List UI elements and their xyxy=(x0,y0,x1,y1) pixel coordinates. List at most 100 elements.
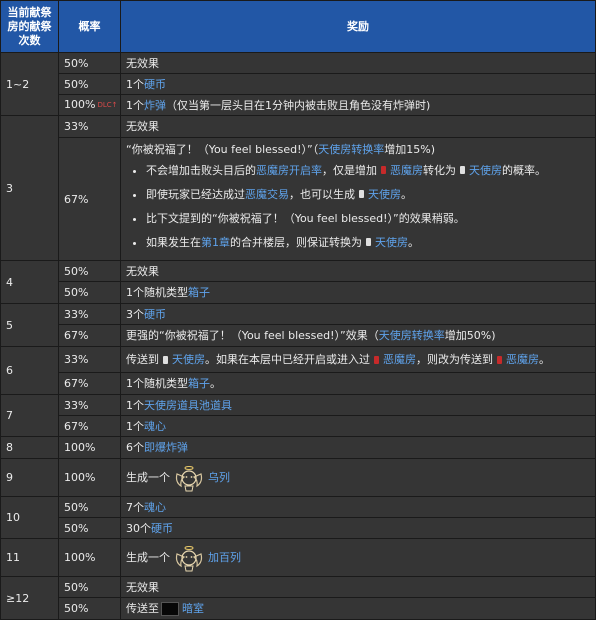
note-text: 比下文提到的“你被祝福了！（You feel blessed!）”的效果稍弱。 xyxy=(146,211,465,225)
table-row: 10 50% 7个魂心 xyxy=(0,496,596,539)
times-cell: 5 xyxy=(0,303,59,347)
table-row: 67% 更强的“你被祝福了！（You feel blessed!）”效果（天使房… xyxy=(1,324,596,347)
table-row: 5 33% 3个硬币 xyxy=(0,303,596,347)
troll-bomb-link[interactable]: 即爆炸弹 xyxy=(144,441,188,454)
reward-cell: 1个硬币 xyxy=(120,73,596,95)
table-row: 67% “你被祝福了！（You feel blessed!）”（天使房转换率增加… xyxy=(1,137,596,261)
blessing-line: “你被祝福了！（You feel blessed!）”（天使房转换率增加15%) xyxy=(126,142,590,157)
reward-cell: 6个即爆炸弹 xyxy=(120,436,596,459)
table-row: 3 33% 无效果 xyxy=(0,115,596,261)
bomb-link[interactable]: 炸弹 xyxy=(144,99,166,112)
uriel-link[interactable]: 乌列 xyxy=(208,471,230,484)
devil-room-link[interactable]: 恶魔房 xyxy=(383,353,416,366)
soul-heart-link[interactable]: 魂心 xyxy=(144,420,166,433)
coin-link[interactable]: 硬币 xyxy=(151,522,173,535)
list-item: 比下文提到的“你被祝福了！（You feel blessed!）”的效果稍弱。 xyxy=(146,207,590,231)
reward-note: （仅当第一层头目在1分钟内被击败且角色没有炸弹时) xyxy=(166,98,431,112)
reward-cell: 3个硬币 xyxy=(120,303,596,325)
chest-link[interactable]: 箱子 xyxy=(188,377,210,390)
reward-cell: 1个天使房道具池道具 xyxy=(120,394,596,416)
reward-text: 增加50%) xyxy=(444,329,496,342)
angel-room-rate-link[interactable]: 天使房转换率 xyxy=(318,143,384,156)
reward-text: 。 xyxy=(210,377,221,390)
reward-text: 6个 xyxy=(126,441,144,454)
times-cell: 10 xyxy=(0,496,59,539)
reward-text: “你被祝福了！（You feel blessed!）”（ xyxy=(126,142,319,156)
times-cell: 8 xyxy=(0,436,59,459)
dark-room-link[interactable]: 暗室 xyxy=(182,602,204,615)
prob-value: 100% xyxy=(64,98,96,112)
rewards-table: 当前献祭房的献祭次数 概率 奖励 1~2 50% 无效果 50% 1个硬币 10… xyxy=(0,0,596,620)
devil-room-link[interactable]: 恶魔房 xyxy=(390,164,423,177)
chapter1-link[interactable]: 第1章 xyxy=(201,236,230,249)
chest-link[interactable]: 箱子 xyxy=(188,286,210,299)
note-text: 不会增加击败头目后的 xyxy=(146,163,256,177)
white-room-icon xyxy=(357,189,366,200)
soul-heart-link[interactable]: 魂心 xyxy=(144,501,166,514)
angel-item-pool-link[interactable]: 天使房道具池道具 xyxy=(144,399,232,412)
reward-cell: 1个随机类型箱子。 xyxy=(120,372,596,395)
table-row: 1~2 50% 无效果 xyxy=(0,52,596,116)
reward-cell: 生成一个 乌列 xyxy=(120,458,596,497)
reward-text: 更强的“你被祝福了！（You feel blessed!）”效果（ xyxy=(126,329,379,342)
reward-cell: 30个硬币 xyxy=(120,517,596,539)
angel-icon xyxy=(175,465,203,491)
angel-icon xyxy=(175,545,203,571)
reward-text: 3个 xyxy=(126,307,144,321)
list-item: 即使玩家已经达成过恶魔交易，也可以生成天使房。 xyxy=(146,183,590,207)
reward-text: 生成一个 xyxy=(126,470,170,484)
angel-room-link[interactable]: 天使房 xyxy=(172,353,205,366)
prob-cell: 50% xyxy=(58,496,121,518)
table-row: 9 100% 生成一个 乌列 xyxy=(0,458,596,497)
reward-text: 1个 xyxy=(126,77,144,91)
table-row: 100% DLC↑ 1个炸弹（仅当第一层头目在1分钟内被击败且角色没有炸弹时) xyxy=(1,94,596,116)
coin-link[interactable]: 硬币 xyxy=(144,308,166,321)
angel-room-rate-link[interactable]: 天使房转换率 xyxy=(379,329,445,342)
reward-cell: “你被祝福了！（You feel blessed!）”（天使房转换率增加15%)… xyxy=(120,137,596,261)
devil-room-link[interactable]: 恶魔房 xyxy=(506,353,539,366)
note-text: 的合并楼层，则保证转换为 xyxy=(230,235,362,249)
reward-text: 传送到 xyxy=(126,353,159,366)
angel-room-link[interactable]: 天使房 xyxy=(469,164,502,177)
note-text: 。 xyxy=(401,187,412,201)
table-row: 50% 1个硬币 xyxy=(1,73,596,95)
times-cell: 7 xyxy=(0,394,59,437)
reward-cell: 7个魂心 xyxy=(120,496,596,518)
table-row: 8 100% 6个即爆炸弹 xyxy=(0,436,596,459)
red-room-icon xyxy=(495,355,504,366)
prob-cell: 50% xyxy=(58,597,121,620)
prob-cell: 100% xyxy=(58,436,121,459)
table-row: 4 50% 无效果 xyxy=(0,260,596,304)
angel-room-link[interactable]: 天使房 xyxy=(375,236,408,249)
devil-deal-link[interactable]: 恶魔交易 xyxy=(245,188,289,201)
reward-text: 1个 xyxy=(126,398,144,412)
header-row: 当前献祭房的献祭次数 概率 奖励 xyxy=(0,0,596,53)
reward-text: 生成一个 xyxy=(126,550,170,564)
reward-text: 传送至 xyxy=(126,602,159,615)
note-list: 不会增加击败头目后的恶魔房开启率，仅是增加恶魔房转化为天使房的概率。 即使玩家已… xyxy=(126,159,590,255)
reward-cell: 生成一个 加百列 xyxy=(120,538,596,577)
gabriel-link[interactable]: 加百列 xyxy=(208,551,241,564)
prob-cell: 50% xyxy=(58,281,121,304)
coin-link[interactable]: 硬币 xyxy=(144,78,166,91)
note-text: 转化为 xyxy=(423,163,456,177)
reward-cell: 1个炸弹（仅当第一层头目在1分钟内被击败且角色没有炸弹时) xyxy=(120,94,596,116)
note-text: 的概率。 xyxy=(502,163,546,177)
table-row: 11 100% 生成一个 加百列 xyxy=(0,538,596,577)
note-text: ，仅是增加 xyxy=(322,163,377,177)
prob-cell: 67% xyxy=(58,324,121,347)
times-cell: 3 xyxy=(0,115,59,261)
table-row: 50% 传送至 暗室 xyxy=(1,597,596,620)
prob-cell: 67% xyxy=(58,372,121,395)
reward-cell: 传送到 天使房。如果在本层中已经开启或进入过 恶魔房，则改为传送到 恶魔房。 xyxy=(120,346,596,373)
prob-cell: 67% xyxy=(58,137,121,261)
note-text: 即使玩家已经达成过 xyxy=(146,187,245,201)
times-cell: 11 xyxy=(0,538,59,577)
reward-cell: 1个随机类型箱子 xyxy=(120,281,596,304)
angel-room-link[interactable]: 天使房 xyxy=(368,188,401,201)
header-reward: 奖励 xyxy=(120,0,596,53)
dlc-badge: DLC↑ xyxy=(97,100,118,109)
devil-room-rate-link[interactable]: 恶魔房开启率 xyxy=(256,164,322,177)
prob-cell: 100% DLC↑ xyxy=(58,94,121,116)
white-room-icon xyxy=(458,165,467,176)
